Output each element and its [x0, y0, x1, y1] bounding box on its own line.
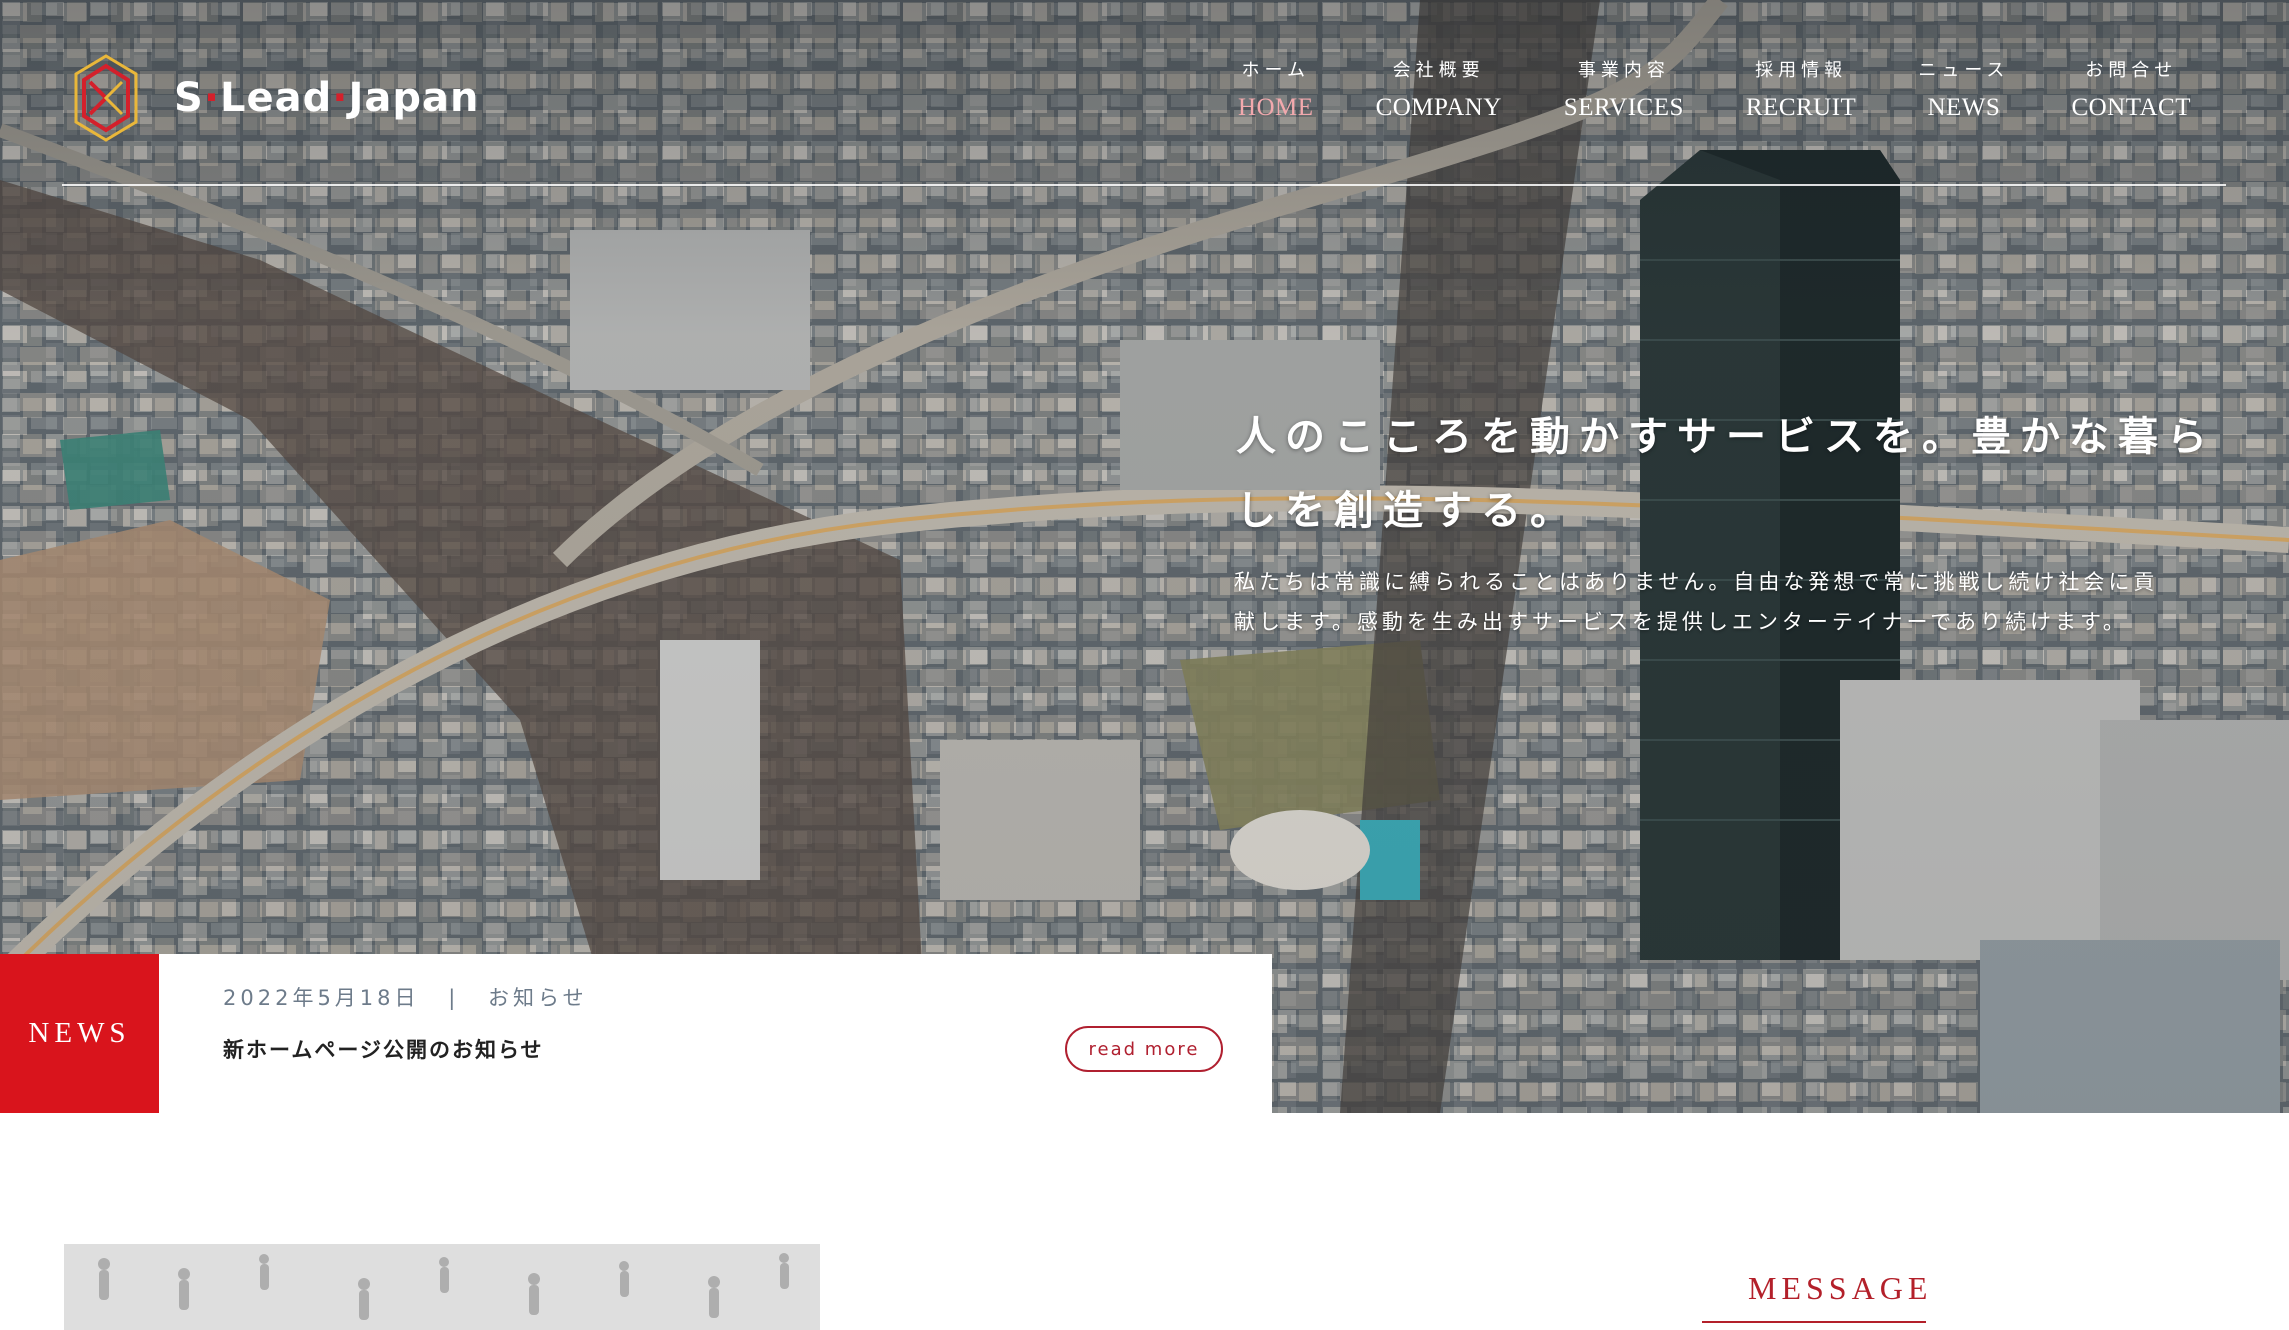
nav-item-contact[interactable]: お問合せ CONTACT — [2071, 56, 2191, 122]
nav-label-en: COMPANY — [1375, 94, 1502, 121]
header-divider — [62, 184, 2226, 186]
nav-label-en: CONTACT — [2071, 94, 2191, 121]
sleadjapan-logo-icon — [74, 54, 138, 142]
nav-label-jp: ニュース — [1918, 60, 2010, 81]
nav-label-jp: お問合せ — [2085, 60, 2178, 81]
logo-wordmark: S·Lead·Japan — [174, 75, 480, 121]
hero-section — [0, 0, 2289, 1113]
nav-label-en: SERVICES — [1563, 94, 1684, 121]
news-label: NEWS — [0, 954, 159, 1113]
news-title-link[interactable]: 新ホームページ公開のお知らせ — [223, 1034, 544, 1064]
subcopy-line: 献します。感動を生み出すサービスを提供しエンターテイナーであり続けます。 — [1234, 610, 2128, 634]
hero-overlay — [0, 0, 2289, 1113]
nav-item-home[interactable]: ホーム HOME — [1238, 56, 1314, 122]
hero-tagline: 人のこころを動かすサービスを。豊かな暮ら しを創造する。 — [1236, 400, 2246, 548]
news-date: 2022年5月18日 — [223, 986, 420, 1010]
nav-label-jp: ホーム — [1241, 60, 1310, 81]
subcopy-line: 私たちは常識に縛られることはありません。自由な発想で常に挑戦し続け社会に貢 — [1234, 570, 2159, 594]
tagline-line: しを創造する。 — [1236, 488, 1579, 534]
nav-item-services[interactable]: 事業内容 SERVICES — [1564, 56, 1684, 122]
nav-label-jp: 事業内容 — [1577, 60, 1670, 81]
nav-item-company[interactable]: 会社概要 COMPANY — [1376, 56, 1502, 122]
hero-subcopy: 私たちは常識に縛られることはありません。自由な発想で常に挑戦し続け社会に貢 献し… — [1234, 562, 2234, 642]
crowd-image — [64, 1244, 820, 1330]
site-logo[interactable]: S·Lead·Japan — [70, 52, 479, 144]
tagline-line: 人のこころを動かすサービスを。豊かな暮ら — [1236, 414, 2216, 460]
news-panel: 2022年5月18日 | お知らせ 新ホームページ公開のお知らせ read mo… — [159, 954, 1272, 1113]
nav-label-en: NEWS — [1927, 94, 2001, 121]
news-separator: | — [448, 986, 460, 1010]
nav-item-recruit[interactable]: 採用情報 RECRUIT — [1746, 56, 1856, 122]
news-meta: 2022年5月18日 | お知らせ — [223, 982, 588, 1012]
main-nav: ホーム HOME 会社概要 COMPANY 事業内容 SERVICES 採用情報… — [1238, 56, 2191, 122]
message-underline — [1702, 1321, 1926, 1323]
nav-label-jp: 採用情報 — [1755, 60, 1848, 81]
nav-label-en: RECRUIT — [1745, 94, 1857, 121]
nav-label-en: HOME — [1237, 94, 1314, 121]
read-more-button[interactable]: read more — [1065, 1026, 1223, 1072]
news-category: お知らせ — [487, 986, 588, 1010]
nav-label-jp: 会社概要 — [1392, 60, 1485, 81]
nav-item-news[interactable]: ニュース NEWS — [1918, 56, 2009, 122]
message-heading: MESSAGE — [1748, 1270, 1933, 1306]
message-photo — [64, 1244, 820, 1330]
